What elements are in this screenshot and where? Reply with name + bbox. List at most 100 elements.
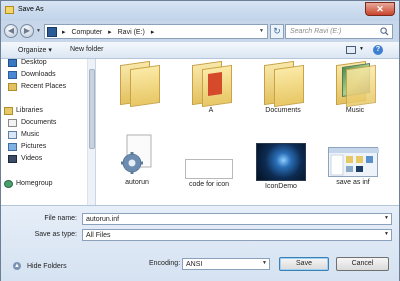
homegroup-icon [4, 180, 13, 188]
music-icon [8, 131, 17, 139]
forward-button[interactable]: ▶ [20, 24, 34, 38]
hide-folders-button[interactable]: ▲ Hide Folders [13, 262, 67, 270]
breadcrumb[interactable]: ▸ Computer ▸ Ravi (E:) ▸ [62, 28, 158, 36]
file-label: IconDemo [265, 183, 297, 190]
text-file-icon [185, 159, 233, 179]
file-item-folder-a[interactable]: A [174, 60, 248, 114]
libraries-icon [4, 107, 13, 115]
sidebar-item-pictures[interactable]: Pictures [8, 143, 47, 153]
sidebar-item-label: Homegroup [16, 180, 53, 187]
search-input[interactable]: Search Ravi (E:) [285, 24, 393, 39]
image-file-icon [256, 143, 306, 181]
sidebar-item-label: Recent Places [21, 83, 67, 90]
folder-icon [188, 60, 234, 108]
chevron-up-icon: ▲ [13, 262, 21, 270]
sidebar-item-label: Desktop [21, 59, 47, 66]
file-item-code-for-icon[interactable]: code for icon [172, 133, 246, 188]
sidebar-scrollbar[interactable] [87, 59, 95, 205]
file-item-save-as-inf[interactable]: save as inf [316, 133, 390, 186]
change-view-icon[interactable] [346, 46, 356, 54]
navigation-pane: Desktop Downloads Recent Places Librarie… [1, 59, 95, 205]
close-button[interactable]: ✕ [365, 2, 395, 16]
save-as-dialog: Save As ✕ ◀ ▶ ▼ ▸ Computer ▸ Ravi (E:) ▸… [0, 0, 400, 281]
navigation-bar: ◀ ▶ ▼ ▸ Computer ▸ Ravi (E:) ▸ ▼ ↻ Searc… [1, 21, 399, 42]
recent-pages-dropdown[interactable]: ▼ [36, 28, 41, 34]
breadcrumb-drive[interactable]: Ravi (E:) [118, 29, 145, 36]
recent-places-icon [8, 83, 17, 91]
cancel-button[interactable]: Cancel [336, 257, 389, 271]
sidebar-item-label: Videos [21, 155, 43, 162]
chevron-down-icon[interactable]: ▼ [384, 215, 389, 221]
sidebar-item-label: Downloads [21, 71, 56, 78]
file-label: save as inf [336, 179, 370, 186]
sidebar-item-documents[interactable]: Documents [8, 119, 57, 129]
file-item-autorun[interactable]: autorun [100, 133, 174, 186]
breadcrumb-separator[interactable]: ▸ [108, 29, 112, 36]
sidebar-item-libraries[interactable]: Libraries [4, 107, 43, 117]
save-as-type-value: All Files [86, 232, 111, 239]
search-icon [380, 27, 389, 36]
address-dropdown[interactable]: ▼ [259, 28, 264, 34]
file-item-icondemo[interactable]: IconDemo [244, 133, 318, 190]
settings-file-icon [117, 133, 157, 177]
pictures-icon [8, 143, 17, 151]
file-name-field[interactable]: autorun.inf ▼ [82, 213, 392, 225]
sidebar-item-label: Libraries [16, 107, 43, 114]
scrollbar-thumb[interactable] [89, 69, 95, 149]
hide-folders-label: Hide Folders [26, 262, 67, 270]
breadcrumb-separator[interactable]: ▸ [62, 29, 66, 36]
desktop-icon [8, 59, 17, 67]
file-list: A Documents Music autorun code for icon … [96, 59, 399, 205]
encoding-select[interactable]: ANSI ▼ [182, 258, 270, 270]
save-as-type-select[interactable]: All Files ▼ [82, 229, 392, 241]
file-label: Music [345, 107, 365, 114]
file-label: code for icon [188, 181, 230, 188]
sidebar-item-label: Pictures [21, 143, 47, 150]
sidebar-item-label: Music [21, 131, 40, 138]
image-file-icon [328, 147, 379, 177]
save-as-type-label: Save as type: [34, 231, 77, 238]
videos-icon [8, 155, 17, 163]
back-button[interactable]: ◀ [4, 24, 18, 38]
address-bar[interactable]: ▸ Computer ▸ Ravi (E:) ▸ ▼ [44, 24, 268, 39]
file-label: Documents [265, 107, 301, 114]
sidebar-item-videos[interactable]: Videos [8, 155, 43, 165]
breadcrumb-separator[interactable]: ▸ [151, 29, 155, 36]
sidebar-item-desktop[interactable]: Desktop [8, 59, 47, 69]
chevron-down-icon[interactable]: ▼ [384, 231, 389, 237]
organize-button[interactable]: Organize ▾ [18, 46, 52, 54]
help-icon[interactable]: ? [373, 45, 383, 55]
new-folder-button[interactable]: New folder [70, 46, 103, 53]
folder-icon [116, 60, 162, 108]
command-bar: Organize ▾ New folder ▼ ? [1, 42, 399, 59]
documents-icon [8, 119, 17, 127]
refresh-button[interactable]: ↻ [270, 24, 284, 39]
save-button[interactable]: Save [279, 257, 329, 271]
sidebar-item-homegroup[interactable]: Homegroup [4, 180, 53, 190]
file-label: autorun [125, 179, 149, 186]
sidebar-item-downloads[interactable]: Downloads [8, 71, 56, 81]
view-options-dropdown[interactable]: ▼ [359, 46, 364, 52]
file-name-value: autorun.inf [86, 216, 120, 223]
encoding-label: Encoding: [149, 260, 181, 267]
file-label: A [208, 107, 214, 114]
sidebar-item-music[interactable]: Music [8, 131, 40, 141]
sidebar-item-label: Documents [21, 119, 57, 126]
title-bar: Save As ✕ [1, 1, 399, 21]
search-placeholder: Search Ravi (E:) [290, 28, 342, 35]
window-title: Save As [18, 6, 44, 13]
file-item-folder[interactable] [102, 60, 176, 108]
file-name-label: File name: [44, 215, 77, 222]
breadcrumb-computer[interactable]: Computer [71, 29, 102, 36]
app-icon [5, 6, 14, 14]
downloads-icon [8, 71, 17, 79]
folder-icon [260, 60, 306, 108]
file-item-music[interactable]: Music [318, 60, 392, 114]
file-item-documents[interactable]: Documents [246, 60, 320, 114]
sidebar-item-recent-places[interactable]: Recent Places [8, 83, 67, 93]
encoding-value: ANSI [186, 261, 203, 268]
save-options-panel: File name: autorun.inf ▼ Save as type: A… [1, 205, 399, 281]
computer-icon [47, 27, 57, 37]
chevron-down-icon[interactable]: ▼ [262, 260, 267, 266]
folder-icon [332, 60, 378, 108]
